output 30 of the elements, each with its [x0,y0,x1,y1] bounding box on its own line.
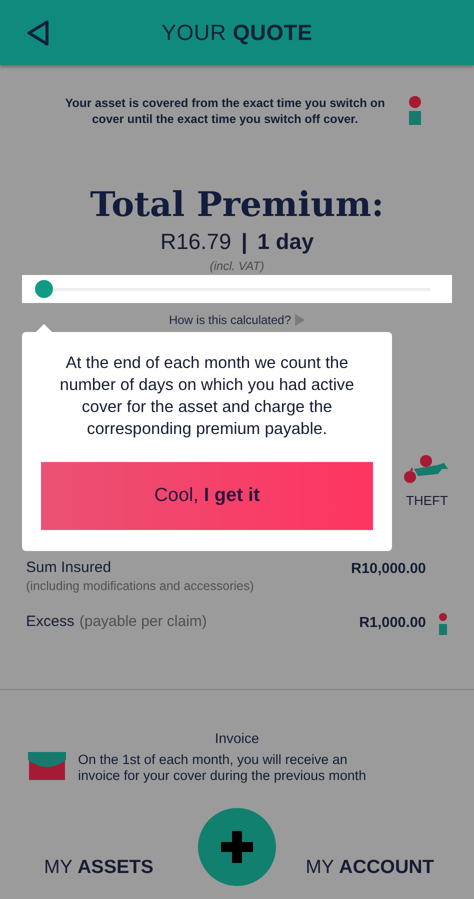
premium-period: 1 day [257,229,314,255]
invoice-text: invoice for your cover during the previous month [78,768,366,784]
back-button[interactable] [26,20,50,46]
premium-amount: R16.79 [160,229,232,255]
nav-tab[interactable]: MY ASSETS [34,857,164,879]
play-icon [295,314,306,326]
invoice-title: Invoice [214,730,260,746]
detail-label: Sum Insured [26,559,112,576]
screen-title: YOUR QUOTE [162,20,312,46]
detail-note: (including modifications and accessories) [26,579,255,593]
info-icon[interactable] [438,613,448,635]
invoice-text: On the 1st of each month, you will receive an [78,752,348,768]
vat-note: (incl. VAT) [210,259,264,273]
separator: | [241,229,248,255]
detail-value: R10,000.00 [351,561,426,577]
cover-label: THEFT [406,493,448,508]
envelope-icon [28,752,66,780]
plus-icon [221,831,253,863]
calculation-link[interactable]: How is this calculated? [168,313,292,327]
detail-label: Excess [26,613,74,630]
back-icon [26,20,50,46]
coverage-notice: Your asset is covered from the exact time you switch on cover until the exact time you switch off cover. [64,95,386,127]
confirm-button[interactable]: Cool, I get it [41,462,373,530]
slider-thumb[interactable] [35,280,53,298]
detail-note: (payable per claim) [79,613,207,630]
detail-value: R1,000.00 [359,615,426,631]
premium-title: Total Premium: [90,185,384,225]
tooltip-text: At the end of each month we count the number of days on which you had active cover for the asset and charge the corresponding premium payable. [58,353,356,440]
info-icon [408,96,422,126]
nav-tab[interactable]: MY ACCOUNT [296,857,444,879]
